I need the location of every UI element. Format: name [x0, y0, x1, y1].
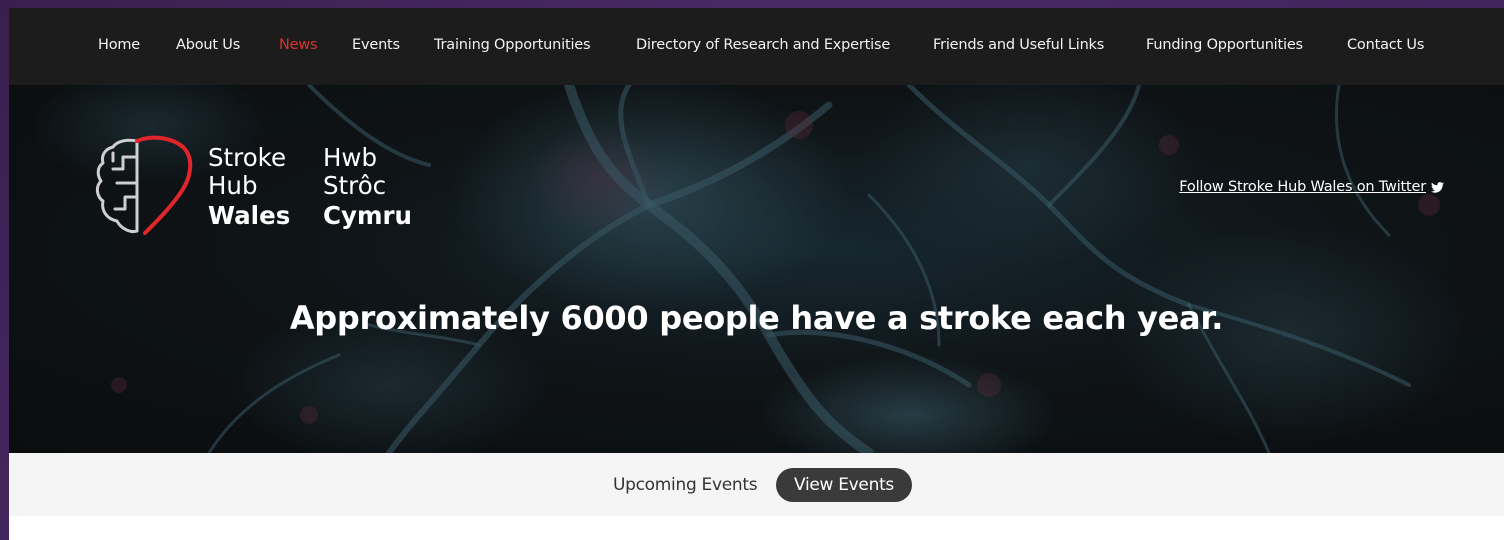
twitter-link-label: Follow Stroke Hub Wales on Twitter — [1179, 179, 1426, 195]
nav-home[interactable]: Home — [98, 37, 140, 53]
nav-contact-us[interactable]: Contact Us — [1347, 37, 1424, 53]
neuron-background-image — [9, 85, 1504, 453]
nav-news[interactable]: News — [279, 37, 318, 53]
logo-welsh-line1: Hwb — [323, 143, 378, 172]
main-navigation: Home About Us News Events Training Oppor… — [9, 8, 1504, 85]
browser-viewport: Home About Us News Events Training Oppor… — [9, 8, 1504, 540]
twitter-bird-icon — [1431, 182, 1444, 193]
nav-training-opportunities[interactable]: Training Opportunities — [434, 37, 591, 53]
logo-welsh-line2: Strôc — [323, 171, 387, 200]
upcoming-events-bar: Upcoming Events View Events — [9, 453, 1504, 516]
nav-funding-opportunities[interactable]: Funding Opportunities — [1146, 37, 1303, 53]
view-events-button[interactable]: View Events — [776, 468, 912, 502]
page-content-area — [9, 516, 1504, 540]
logo-welsh-line3: Cymru — [323, 201, 413, 230]
upcoming-events-label: Upcoming Events — [613, 475, 758, 495]
hero-headline: Approximately 6000 people have a stroke … — [289, 299, 1224, 337]
nav-friends-and-useful-links[interactable]: Friends and Useful Links — [933, 37, 1104, 53]
logo-english-line2: Hub — [208, 171, 258, 200]
logo-english-line3: Wales — [208, 201, 291, 230]
hero-banner: Stroke Hub Wales Hwb Strôc Cymru Follow … — [9, 85, 1504, 453]
nav-directory-of-research[interactable]: Directory of Research and Expertise — [636, 37, 890, 53]
nav-events[interactable]: Events — [352, 37, 400, 53]
logo-english-line1: Stroke — [208, 143, 287, 172]
brain-heart-icon — [95, 135, 193, 235]
nav-about-us[interactable]: About Us — [176, 37, 240, 53]
twitter-follow-link[interactable]: Follow Stroke Hub Wales on Twitter — [1179, 179, 1444, 195]
